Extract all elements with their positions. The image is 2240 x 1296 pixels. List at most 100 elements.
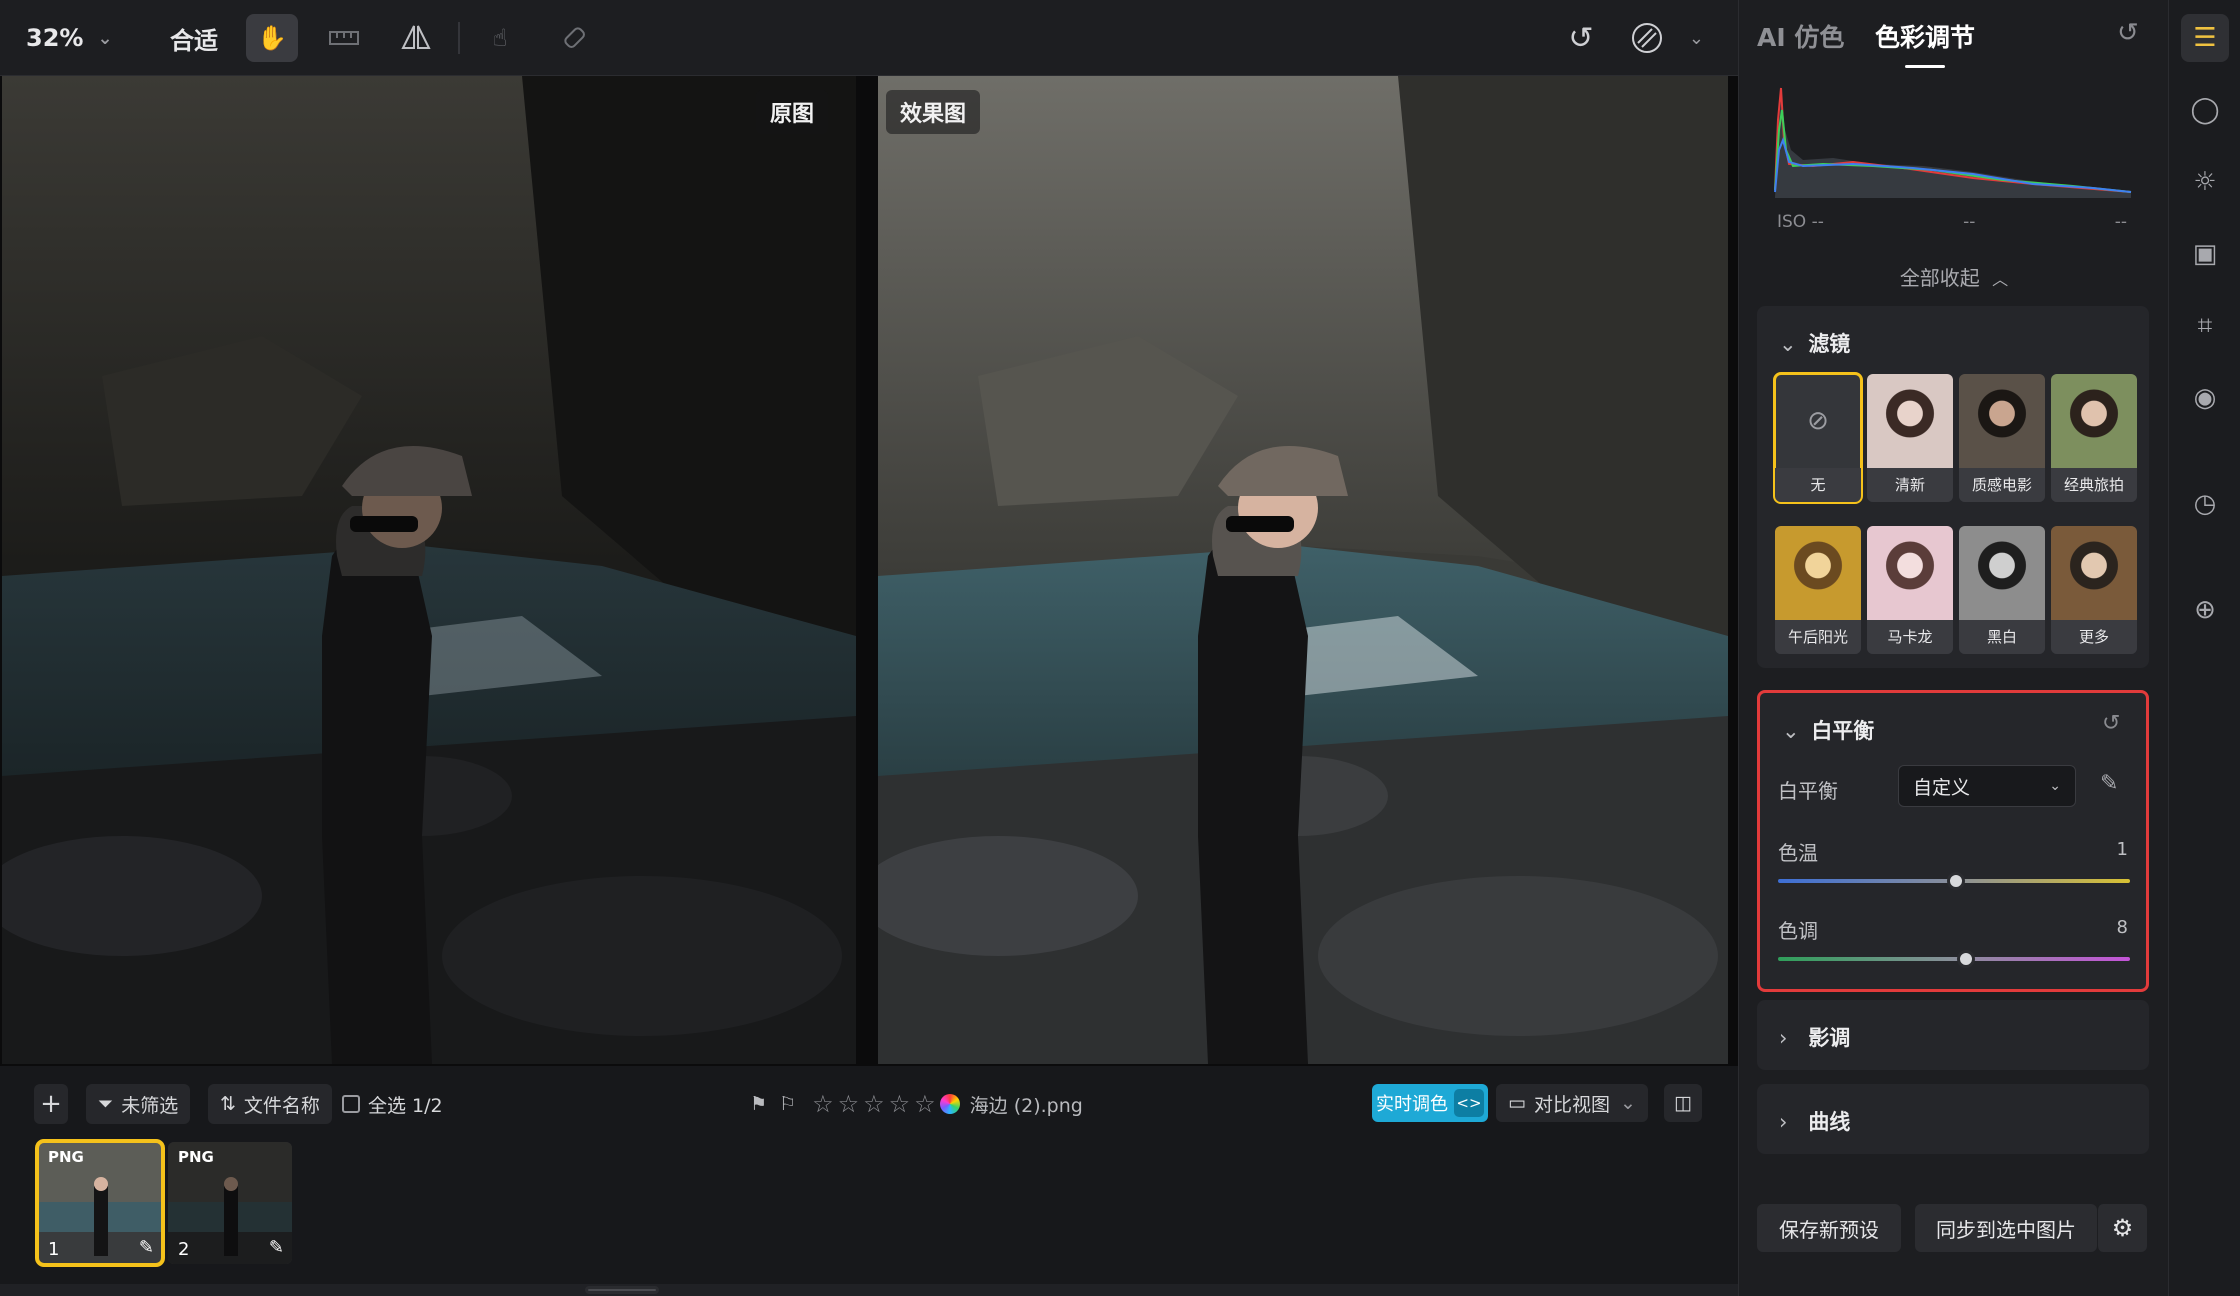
- filter-item[interactable]: ⊘ 无: [1773, 372, 1863, 504]
- ruler-icon: [329, 31, 359, 45]
- sort-dropdown[interactable]: ⇅ 文件名称: [208, 1084, 332, 1124]
- rail-camera-button[interactable]: ◉: [2181, 374, 2229, 422]
- tint-slider-handle[interactable]: [1957, 950, 1976, 968]
- tab-ai-color[interactable]: AI 仿色: [1757, 18, 1844, 54]
- rail-portrait-button[interactable]: ◯: [2181, 86, 2229, 134]
- tab-color-adjust[interactable]: 色彩调节: [1875, 18, 1975, 68]
- rail-add-button[interactable]: ⊕: [2181, 586, 2229, 634]
- star-icon[interactable]: ☆: [838, 1090, 860, 1118]
- add-button[interactable]: +: [34, 1084, 68, 1124]
- ruler-tool-button[interactable]: [318, 14, 370, 62]
- filter-preview-image: [1775, 526, 1861, 620]
- hand-tool-button[interactable]: ✋: [246, 14, 298, 62]
- rail-light-button[interactable]: ☼: [2181, 158, 2229, 206]
- reject-flag-icon[interactable]: ⚐: [779, 1093, 796, 1115]
- code-icon: <>: [1454, 1089, 1484, 1117]
- rail-adjust-button[interactable]: ☰: [2181, 14, 2229, 62]
- filter-label: 午后阳光: [1775, 620, 1861, 654]
- filter-item[interactable]: 更多: [2051, 526, 2137, 654]
- clock-icon: ◷: [2193, 489, 2217, 519]
- curve-section[interactable]: › 曲线: [1757, 1084, 2149, 1154]
- temperature-slider[interactable]: [1778, 872, 2130, 890]
- fit-button[interactable]: 合适: [164, 14, 224, 62]
- select-all-label: 全选 1/2: [368, 1094, 443, 1117]
- wb-mode-select[interactable]: 自定义 ⌄: [1898, 765, 2076, 807]
- undo-icon: ↺: [1568, 20, 1594, 56]
- collapse-all-button[interactable]: 全部收起 ︿: [1739, 262, 2169, 291]
- star-icon[interactable]: ☆: [812, 1090, 834, 1118]
- sort-label: 文件名称: [243, 1094, 320, 1117]
- temperature-label: 色温: [1778, 841, 1818, 865]
- color-label-icon[interactable]: [939, 1094, 960, 1114]
- eyedropper-button[interactable]: ✎: [2100, 771, 2118, 796]
- camera-icon: ◉: [2193, 383, 2217, 413]
- eraser-tool-button[interactable]: [548, 14, 600, 62]
- filters-section: ⌄ 滤镜 ⊘ 无清新 质感电影 经典旅拍午后阳光 马卡龙 黑白 更多: [1757, 306, 2149, 668]
- chevron-down-icon: ⌄: [1782, 719, 1800, 743]
- tool-rail: ☰ ◯ ☼ ▣ ⌗ ◉ ◷ ⊕: [2168, 0, 2240, 1296]
- scrollbar-thumb[interactable]: [585, 1286, 659, 1294]
- reset-icon: ↺: [2102, 711, 2121, 736]
- thumb-type: PNG: [48, 1148, 84, 1166]
- funnel-icon: ⏷: [98, 1093, 114, 1115]
- gear-icon: ⚙: [2111, 1214, 2134, 1242]
- compare-label: 对比视图: [1533, 1093, 1610, 1116]
- face-icon: ◯: [2190, 95, 2220, 125]
- select-all-checkbox[interactable]: 全选 1/2: [342, 1084, 443, 1124]
- original-photo: 原图: [2, 76, 856, 1064]
- filmstrip-scrollbar[interactable]: [0, 1284, 1738, 1296]
- sync-settings-button[interactable]: ⚙: [2097, 1204, 2147, 1252]
- realtime-label: 实时调色: [1376, 1094, 1448, 1115]
- touch-tool-button[interactable]: ☝: [474, 14, 526, 62]
- filter-item[interactable]: 马卡龙: [1867, 526, 1953, 654]
- reset-icon: ↺: [2117, 18, 2139, 48]
- chevron-right-icon: ›: [1779, 1026, 1788, 1050]
- filter-item[interactable]: 清新: [1867, 374, 1953, 502]
- mask-dropdown[interactable]: ⌄: [1630, 14, 1704, 62]
- rail-crop-button[interactable]: ⌗: [2181, 302, 2229, 350]
- white-balance-reset-button[interactable]: ↺: [2102, 711, 2120, 736]
- white-balance-header[interactable]: ⌄ 白平衡: [1782, 715, 1874, 745]
- reset-all-button[interactable]: ↺: [2117, 18, 2139, 48]
- exif-row: ISO -- -- --: [1777, 212, 2127, 232]
- star-icon[interactable]: ☆: [863, 1090, 885, 1118]
- compare-view-dropdown[interactable]: ▭ 对比视图 ⌄: [1496, 1084, 1648, 1122]
- hand-icon: ✋: [257, 24, 287, 52]
- tone-header[interactable]: › 影调: [1779, 1022, 1850, 1052]
- sync-selected-button[interactable]: 同步到选中图片: [1915, 1204, 2097, 1252]
- zoom-dropdown[interactable]: 32% ⌄: [26, 14, 126, 62]
- filter-item[interactable]: 质感电影: [1959, 374, 2045, 502]
- exif-right: --: [2114, 212, 2127, 232]
- split-view-button[interactable]: ◫: [1664, 1084, 1702, 1122]
- filter-item[interactable]: 午后阳光: [1775, 526, 1861, 654]
- thumb-type: PNG: [178, 1148, 214, 1166]
- thumbnail-1[interactable]: PNG 1 ✎: [35, 1139, 165, 1267]
- filter-label: 经典旅拍: [2051, 468, 2137, 502]
- temperature-slider-handle[interactable]: [1946, 872, 1965, 890]
- zoom-value: 32%: [26, 24, 84, 52]
- photo-canvas[interactable]: 原图 效果图: [0, 76, 1738, 1066]
- filter-item[interactable]: 经典旅拍: [2051, 374, 2137, 502]
- save-preset-button[interactable]: 保存新预设: [1757, 1204, 1901, 1252]
- curve-header[interactable]: › 曲线: [1779, 1106, 1850, 1136]
- star-rating[interactable]: ☆ ☆ ☆ ☆ ☆: [812, 1090, 940, 1118]
- star-icon[interactable]: ☆: [914, 1090, 936, 1118]
- crop-icon: ⌗: [2197, 310, 2213, 341]
- undo-button[interactable]: ↺: [1556, 14, 1606, 62]
- filter-preview-image: [2051, 374, 2137, 468]
- chevron-down-icon: ⌄: [1779, 332, 1797, 356]
- flip-tool-button[interactable]: [390, 14, 442, 62]
- filter-dropdown[interactable]: ⏷ 未筛选: [86, 1084, 191, 1124]
- curve-title: 曲线: [1808, 1110, 1851, 1134]
- filter-preview-image: [1959, 526, 2045, 620]
- filter-item[interactable]: 黑白: [1959, 526, 2045, 654]
- tone-section[interactable]: › 影调: [1757, 1000, 2149, 1070]
- rail-history-button[interactable]: ◷: [2181, 480, 2229, 528]
- thumbnail-2[interactable]: PNG 2 ✎: [168, 1142, 292, 1264]
- star-icon[interactable]: ☆: [889, 1090, 911, 1118]
- realtime-toggle[interactable]: 实时调色 <>: [1372, 1084, 1488, 1122]
- filters-header[interactable]: ⌄ 滤镜: [1779, 328, 1850, 358]
- tint-slider[interactable]: [1778, 950, 2130, 968]
- flag-icon[interactable]: ⚑: [750, 1093, 767, 1115]
- rail-image-button[interactable]: ▣: [2181, 230, 2229, 278]
